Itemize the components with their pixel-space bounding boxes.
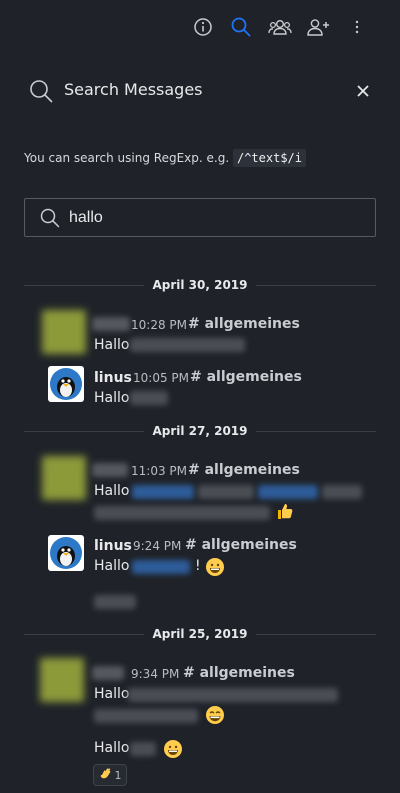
username[interactable]: linus [94, 370, 132, 386]
mention-redacted[interactable] [132, 485, 194, 499]
hint-text: You can search using RegExp. e.g. [24, 151, 230, 165]
reaction-button[interactable]: 1 [93, 764, 127, 786]
regexp-hint: You can search using RegExp. e.g. /^text… [24, 149, 306, 167]
members-icon[interactable] [267, 14, 293, 40]
close-icon[interactable] [354, 82, 372, 100]
message-text-redacted [130, 338, 245, 352]
mention-redacted[interactable] [132, 560, 190, 574]
date-divider: April 27, 2019 [24, 424, 376, 438]
waving-hand-icon [100, 768, 110, 779]
date-divider: April 30, 2019 [24, 278, 376, 292]
message-text-suffix: ! [195, 558, 201, 574]
reaction-count: 1 [114, 768, 122, 782]
username-redacted [92, 666, 124, 680]
message-text-redacted [198, 485, 254, 499]
message-text: Hallo [94, 337, 130, 353]
search-panel-header: Search Messages [0, 72, 400, 112]
grinning-face-icon [205, 557, 225, 577]
channel-link[interactable]: # allgemeines [188, 316, 300, 332]
mention-redacted[interactable] [258, 485, 318, 499]
message-time: 9:24 PM [133, 539, 182, 553]
avatar[interactable] [42, 310, 86, 354]
info-icon[interactable] [190, 14, 216, 40]
message-text-redacted [322, 485, 362, 499]
search-icon[interactable] [228, 14, 254, 40]
message-time: 10:28 PM [131, 318, 187, 332]
message-text-redacted [94, 709, 198, 723]
panel-title: Search Messages [64, 80, 203, 99]
message-text-redacted [94, 506, 270, 520]
search-messages-icon [28, 78, 54, 104]
avatar[interactable] [40, 658, 84, 702]
avatar[interactable] [48, 535, 84, 571]
username-redacted [92, 317, 130, 331]
message-text: Hallo [94, 390, 130, 406]
username[interactable]: linus [94, 538, 132, 554]
search-field[interactable] [24, 198, 376, 237]
search-input-icon [39, 207, 61, 229]
divider-line [256, 634, 376, 635]
message-text-redacted [128, 688, 338, 702]
avatar[interactable] [42, 456, 86, 500]
channel-link[interactable]: # allgemeines [190, 369, 302, 385]
search-input[interactable] [69, 205, 359, 231]
channel-link[interactable]: # allgemeines [185, 537, 297, 553]
message-text-redacted [94, 595, 136, 609]
channel-link[interactable]: # allgemeines [183, 665, 295, 681]
divider-line [256, 431, 376, 432]
avatar[interactable] [48, 366, 84, 402]
message-text: Hallo [94, 686, 130, 702]
message-text: Hallo [94, 740, 130, 756]
grinning-face-icon [163, 739, 183, 759]
message-text-redacted [130, 391, 168, 405]
message-text-redacted [130, 742, 156, 756]
username-redacted [92, 463, 128, 477]
kebab-menu-icon[interactable] [344, 14, 370, 40]
message-time: 9:34 PM [131, 667, 180, 681]
room-toolbar [0, 0, 400, 56]
thumbs-up-icon [274, 501, 294, 521]
message-text: Hallo [94, 483, 130, 499]
smiling-face-icon [205, 705, 225, 725]
channel-link[interactable]: # allgemeines [188, 462, 300, 478]
hint-example: /^text$/i [232, 149, 306, 167]
date-divider: April 25, 2019 [24, 627, 376, 641]
message-time: 10:05 PM [133, 371, 189, 385]
divider-line [256, 285, 376, 286]
add-user-icon[interactable] [305, 14, 331, 40]
message-text: Hallo [94, 558, 130, 574]
message-time: 11:03 PM [131, 464, 187, 478]
